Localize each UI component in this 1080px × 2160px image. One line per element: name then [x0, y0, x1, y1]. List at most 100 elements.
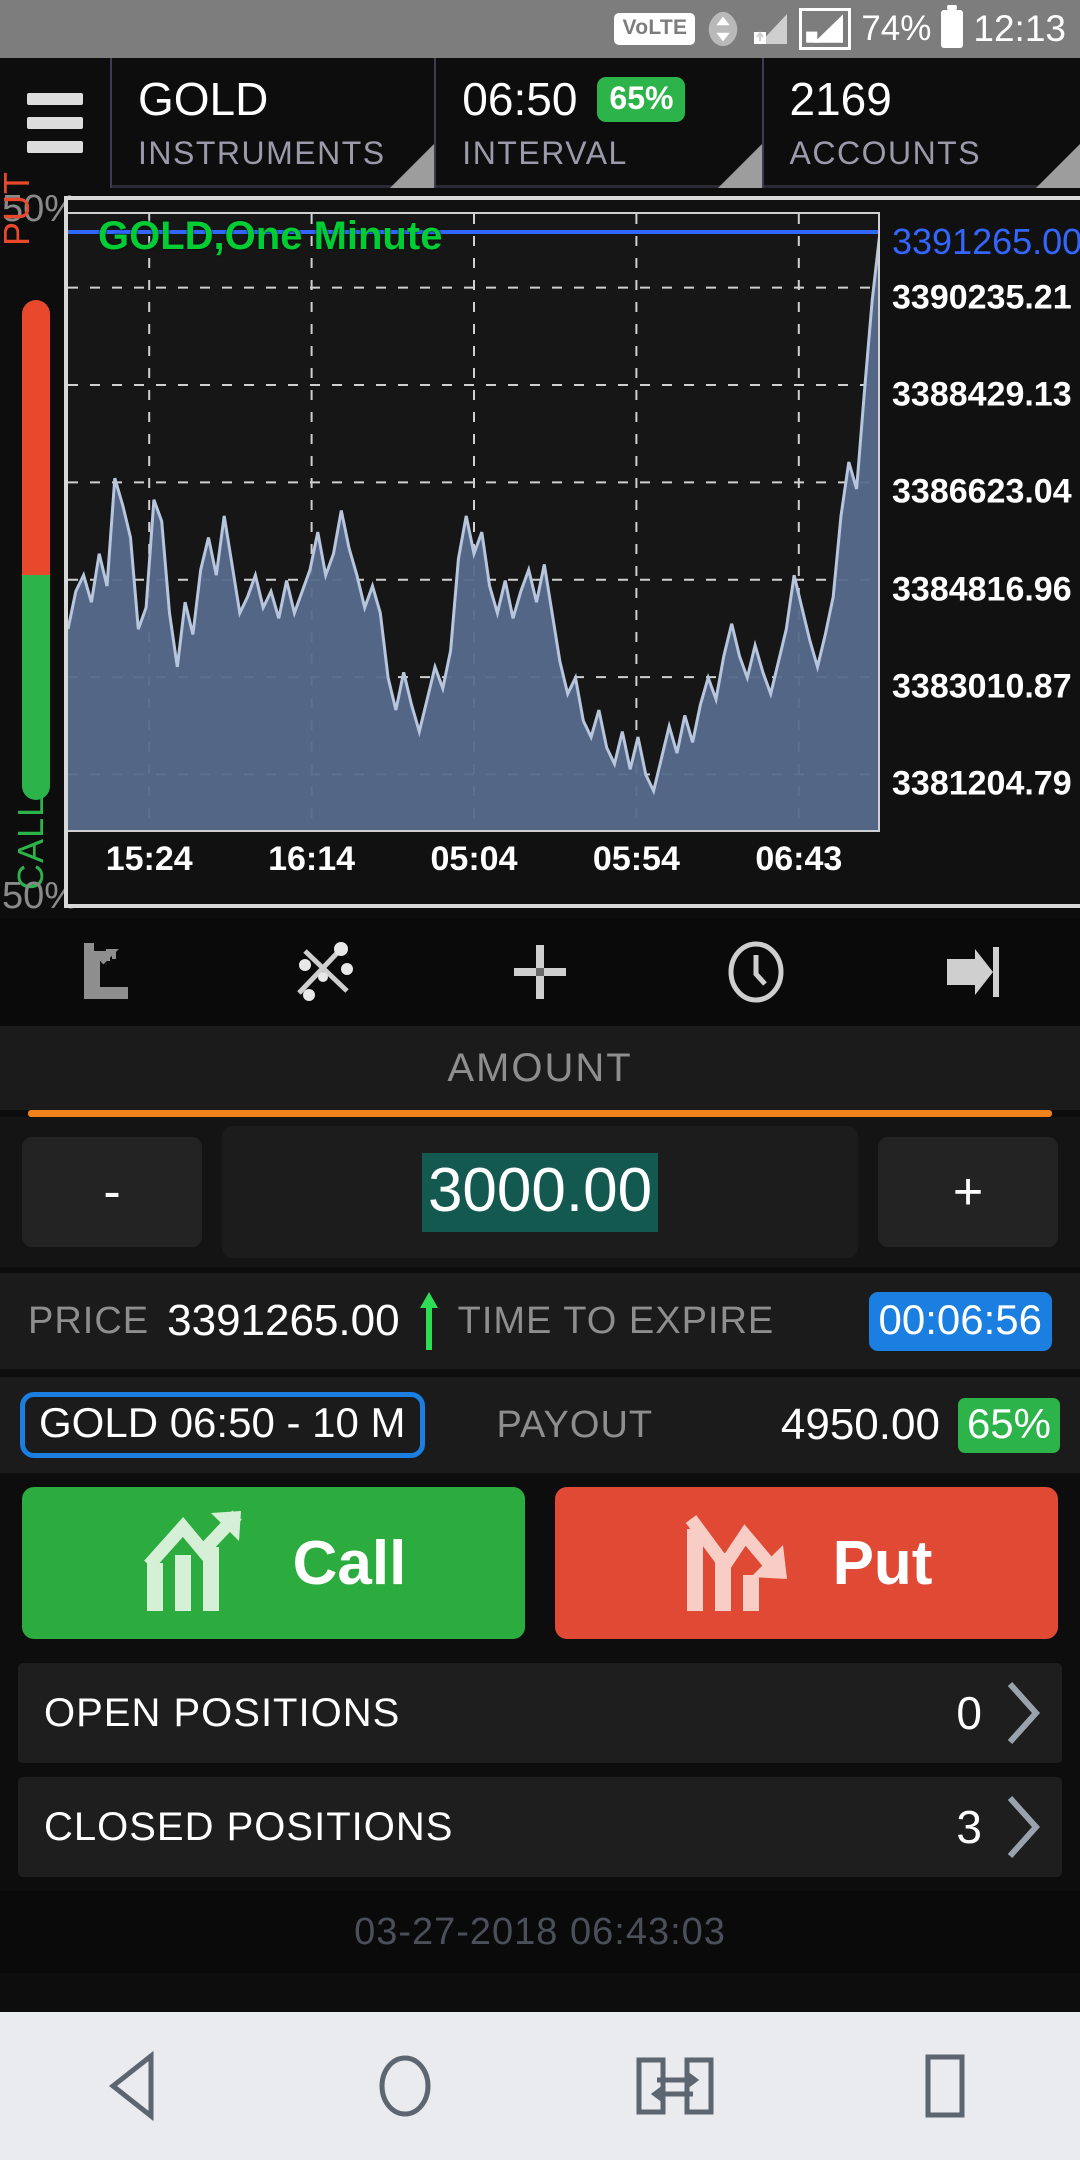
open-positions-row[interactable]: OPEN POSITIONS 0	[18, 1663, 1062, 1763]
app-screen: VoLTE 74% 12:13 GOLD INSTRUMENTS 06:50 6…	[0, 0, 1080, 2160]
ratio-put-label: PUT	[0, 171, 37, 246]
closed-positions-label: CLOSED POSITIONS	[44, 1804, 454, 1849]
amount-row: - 3000.00 +	[0, 1117, 1080, 1267]
battery-percent: 74%	[861, 9, 932, 48]
hamburger-bar	[27, 141, 83, 153]
price-chart[interactable]: GOLD,One Minute 3391265.00 3390235.21 3388…	[64, 196, 1080, 908]
ratio-bar	[22, 300, 50, 800]
back-button[interactable]	[0, 2048, 270, 2124]
closed-positions-row[interactable]: CLOSED POSITIONS 3	[18, 1777, 1062, 1877]
amount-label: AMOUNT	[447, 1045, 633, 1090]
nav-interval-value: 06:50	[462, 73, 578, 125]
y-axis-current-price: 3391265.00	[892, 221, 1080, 263]
y-axis-tick-label: 3384816.96	[892, 570, 1072, 609]
nav-accounts[interactable]: 2169 ACCOUNTS	[761, 58, 1080, 188]
clock-icon[interactable]	[648, 918, 864, 1026]
home-button[interactable]	[270, 2048, 540, 2124]
price-row: PRICE 3391265.00 TIME TO EXPIRE 00:06:56	[0, 1273, 1080, 1369]
nav-instruments[interactable]: GOLD INSTRUMENTS	[110, 58, 435, 188]
status-bar: VoLTE 74% 12:13	[0, 0, 1080, 58]
nav-instruments-top: GOLD	[138, 68, 434, 130]
signal-icon	[754, 14, 788, 44]
time-to-expire-label: TIME TO EXPIRE	[457, 1299, 775, 1342]
x-axis-tick-label: 05:04	[430, 840, 518, 878]
closed-positions-count: 3	[956, 1801, 982, 1853]
price-series-svg	[68, 214, 878, 830]
amount-input[interactable]: 3000.00	[222, 1126, 858, 1258]
put-label: Put	[832, 1528, 933, 1598]
trade-buttons-row: Call Put	[0, 1473, 1080, 1649]
plot-area[interactable]	[68, 212, 880, 832]
chevron-right-icon[interactable]	[1000, 1678, 1046, 1748]
payout-percent-badge: 65%	[597, 76, 686, 122]
time-to-expire-value: 00:06:56	[868, 1291, 1052, 1351]
price-value: 3391265.00	[167, 1296, 400, 1345]
contract-row: GOLD 06:50 - 10 M PAYOUT 4950.00 65%	[0, 1377, 1080, 1473]
put-button[interactable]: Put	[555, 1487, 1058, 1639]
chevron-right-icon[interactable]	[1000, 1792, 1046, 1862]
amount-value: 3000.00	[421, 1152, 659, 1232]
payout-label: PAYOUT	[496, 1403, 654, 1446]
hamburger-bar	[27, 117, 83, 129]
nav-interval[interactable]: 06:50 65% INTERVAL	[434, 58, 762, 188]
chart-toolbar	[0, 918, 1080, 1026]
payout-percent-badge: 65%	[957, 1397, 1060, 1453]
contract-selector[interactable]: GOLD 06:50 - 10 M	[20, 1392, 425, 1458]
android-navigation-bar	[0, 2012, 1080, 2160]
app-switch-button[interactable]	[540, 2048, 810, 2124]
x-axis-tick-label: 06:43	[755, 840, 843, 878]
amount-increment-button[interactable]: +	[878, 1137, 1058, 1247]
wifi-icon	[709, 11, 738, 47]
price-area	[68, 249, 878, 830]
amount-header: AMOUNT	[0, 1026, 1080, 1110]
chart-title: GOLD,One Minute	[98, 214, 443, 258]
trend-up-icon	[143, 1510, 242, 1611]
battery-icon	[941, 5, 964, 48]
hamburger-bar	[27, 93, 83, 105]
open-positions-label: OPEN POSITIONS	[44, 1690, 401, 1735]
crosshair-icon[interactable]	[432, 918, 648, 1026]
app-switch-icon	[636, 2057, 714, 2115]
volte-icon: VoLTE	[614, 12, 696, 46]
chart-zone: 50% PUT CALL 50% GOLD,One Minute 3391265…	[0, 171, 1080, 918]
hamburger-menu-icon[interactable]	[0, 58, 110, 188]
y-axis-tick-label: 3381204.79	[892, 764, 1072, 803]
price-label: PRICE	[28, 1299, 150, 1342]
call-button[interactable]: Call	[22, 1487, 525, 1639]
nav-accounts-top: 2169	[790, 68, 1080, 130]
call-put-ratio-rail: 50% PUT CALL 50%	[0, 171, 78, 918]
open-positions-count: 0	[956, 1687, 982, 1739]
jump-to-end-icon[interactable]	[864, 918, 1080, 1026]
call-label: Call	[292, 1528, 407, 1598]
x-axis-tick-label: 16:14	[268, 840, 356, 878]
arrow-up-icon	[419, 1292, 438, 1350]
y-axis-tick-label: 3383010.87	[892, 667, 1072, 706]
x-axis: 15:24 16:14 05:04 05:54 06:43	[68, 836, 884, 896]
plot-wrap: GOLD,One Minute	[68, 200, 884, 840]
chart-type-icon[interactable]	[0, 918, 216, 1026]
nav-instruments-value: GOLD	[138, 73, 269, 125]
y-axis-tick-label: 3388429.13	[892, 375, 1072, 414]
recents-icon	[925, 2054, 965, 2118]
dropdown-corner-icon[interactable]	[717, 144, 762, 188]
dropdown-corner-icon[interactable]	[390, 144, 435, 188]
x-axis-tick-label: 05:54	[592, 840, 680, 878]
status-clock: 12:13	[973, 8, 1066, 49]
top-nav: GOLD INSTRUMENTS 06:50 65% INTERVAL 2169…	[0, 58, 1080, 188]
server-time-footer: 03-27-2018 06:43:03	[0, 1891, 1080, 1973]
server-timestamp: 03-27-2018 06:43:03	[354, 1910, 726, 1953]
back-icon	[108, 2050, 154, 2122]
recents-button[interactable]	[810, 2048, 1080, 2124]
x-axis-tick-label: 15:24	[105, 840, 193, 878]
y-axis-tick-label: 3390235.21	[892, 278, 1072, 317]
nav-interval-top: 06:50 65%	[462, 68, 761, 130]
y-axis-tick-label: 3386623.04	[892, 472, 1072, 511]
nav-accounts-value: 2169	[789, 73, 892, 125]
indicators-icon[interactable]	[216, 918, 432, 1026]
payout-value: 4950.00	[780, 1400, 940, 1449]
signal-icon-2	[799, 8, 852, 50]
amount-divider	[28, 1110, 1052, 1117]
amount-decrement-button[interactable]: -	[22, 1137, 202, 1247]
y-axis: 3391265.00 3390235.21 3388429.13 3386623.04…	[892, 212, 1080, 852]
dropdown-corner-icon[interactable]	[1035, 144, 1080, 188]
